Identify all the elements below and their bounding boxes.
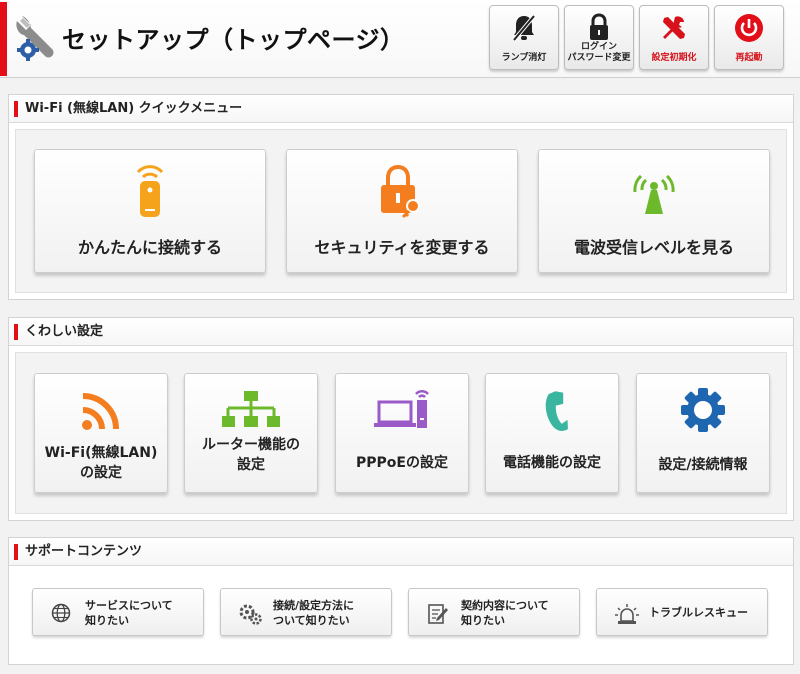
lamp-off-button[interactable]: ランプ消灯: [489, 5, 559, 70]
detail-settings-title: くわしい設定: [9, 318, 793, 346]
service-info-label: サービスについて 知りたい: [85, 599, 173, 627]
alarm-light-icon: [615, 604, 639, 624]
status-info-label: 設定/接続情報: [658, 457, 748, 473]
status-info-button[interactable]: 設定/接続情報: [636, 373, 770, 493]
lamp-off-label: ランプ消灯: [501, 53, 547, 63]
power-icon: [735, 14, 763, 42]
header-accent-bar: [0, 2, 7, 76]
lamp-off-icon: [512, 14, 536, 42]
quick-menu-panel: Wi-Fi (無線LAN) クイックメニュー かんたんに接続する セキュリティを…: [8, 94, 794, 300]
quick-menu-title: Wi-Fi (無線LAN) クイックメニュー: [9, 95, 793, 123]
network-tree-icon: [222, 391, 280, 427]
trouble-rescue-label: トラブルレスキュー: [649, 606, 748, 619]
wps-device-icon: [136, 165, 164, 217]
easy-connect-button[interactable]: かんたんに接続する: [34, 149, 266, 273]
router-settings-label-2: 設定: [237, 457, 265, 473]
lock-icon: [590, 13, 608, 40]
quick-menu-area: かんたんに接続する セキュリティを変更する 電波受信レベルを見る: [15, 129, 787, 293]
pppoe-settings-button[interactable]: PPPoEの設定: [335, 373, 469, 493]
phone-settings-label: 電話機能の設定: [503, 455, 601, 471]
support-title: サポートコンテンツ: [9, 538, 793, 566]
login-password-label: ログイン パスワード変更: [567, 42, 631, 63]
phone-settings-button[interactable]: 電話機能の設定: [485, 373, 619, 493]
restart-button[interactable]: 再起動: [714, 5, 784, 70]
gear-icon: [681, 388, 725, 432]
router-settings-button[interactable]: ルーター機能の 設定: [184, 373, 318, 493]
login-password-button[interactable]: ログイン パスワード変更: [564, 5, 634, 70]
factory-reset-label: 設定初期化: [651, 53, 697, 63]
signal-tower-icon: [633, 174, 675, 214]
signal-level-label: 電波受信レベルを見る: [573, 238, 734, 257]
tools-icon: [663, 16, 685, 39]
setup-wrench-icon: [16, 16, 54, 61]
gears-icon: [239, 604, 262, 625]
service-info-button[interactable]: サービスについて 知りたい: [32, 588, 204, 636]
contract-info-label: 契約内容について 知りたい: [461, 599, 549, 627]
signal-level-button[interactable]: 電波受信レベルを見る: [538, 149, 770, 273]
pc-router-icon: [374, 390, 429, 428]
router-settings-label-1: ルーター機能の: [202, 437, 300, 453]
contract-info-button[interactable]: 契約内容について 知りたい: [408, 588, 580, 636]
lock-key-icon: [381, 164, 420, 219]
page-title: セットアップ（トップページ）: [62, 26, 405, 54]
wifi-settings-label-1: Wi-Fi(無線LAN): [44, 445, 158, 461]
factory-reset-button[interactable]: 設定初期化: [639, 5, 709, 70]
connection-howto-label: 接続/設定方法に ついて知りたい: [273, 599, 355, 627]
page-header: セットアップ（トップページ） ランプ消灯 ログイン パスワード変更 設定初期化: [0, 0, 800, 78]
restart-label: 再起動: [735, 53, 763, 63]
phone-icon: [545, 391, 568, 431]
wifi-settings-label-2: の設定: [80, 465, 122, 481]
pppoe-settings-label: PPPoEの設定: [356, 455, 448, 471]
security-change-button[interactable]: セキュリティを変更する: [286, 149, 518, 273]
trouble-rescue-button[interactable]: トラブルレスキュー: [596, 588, 768, 636]
security-change-label: セキュリティを変更する: [314, 238, 490, 257]
easy-connect-label: かんたんに接続する: [77, 238, 222, 257]
wifi-icon: [82, 393, 119, 430]
connection-howto-button[interactable]: 接続/設定方法に ついて知りたい: [220, 588, 392, 636]
wifi-settings-button[interactable]: Wi-Fi(無線LAN) の設定: [34, 373, 168, 493]
detail-settings-area: Wi-Fi(無線LAN) の設定 ルーター機能の 設定 PPPoEの設定 電話機…: [15, 352, 787, 514]
detail-settings-panel: くわしい設定 Wi-Fi(無線LAN) の設定 ルーター機能の 設定 PPPoE…: [8, 317, 794, 521]
document-pen-icon: [428, 604, 448, 624]
globe-icon: [51, 603, 71, 623]
